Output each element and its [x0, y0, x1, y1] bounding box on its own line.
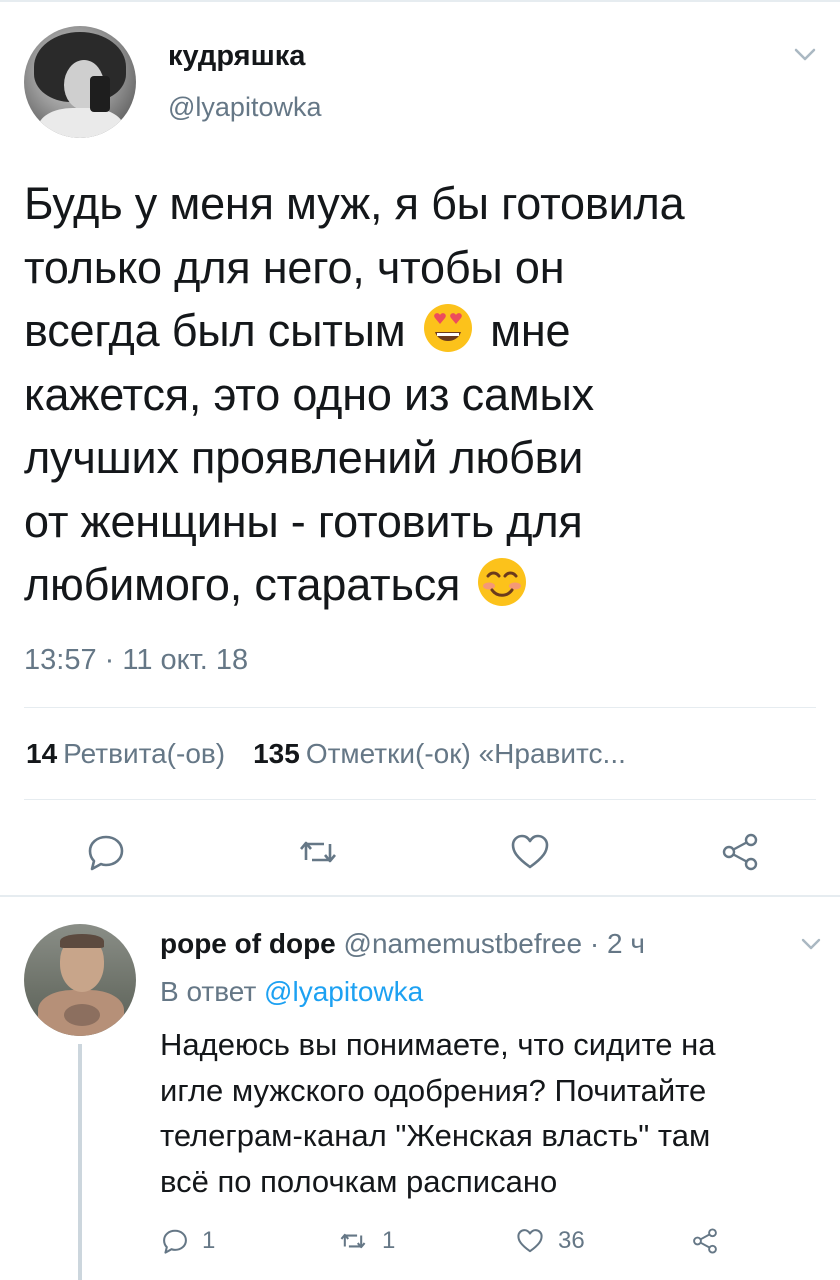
like-count: 36: [558, 1227, 585, 1254]
smiling-blush-emoji-icon: [478, 558, 527, 606]
reply-icon: [163, 1229, 187, 1254]
heart-eyes-emoji-icon: [423, 304, 472, 352]
retweets-stat[interactable]: 14 Ретвита(-ов): [26, 738, 225, 769]
reply-header: pope of dope @namemustbefree · 2 ч: [160, 928, 645, 960]
tweet-timestamp[interactable]: 13:57 · 11 окт. 18: [24, 644, 248, 677]
reply-icon[interactable]: [84, 830, 128, 874]
share-icon[interactable]: [718, 830, 762, 874]
author-name[interactable]: кудряшка: [168, 40, 305, 73]
chevron-down-icon[interactable]: [800, 936, 822, 952]
replying-to: В ответ @lyapitowka: [160, 976, 424, 1007]
retweet-icon[interactable]: [296, 830, 340, 874]
divider: [24, 799, 816, 800]
reply-text: Надеюсь вы понимаете, что сидите на игле…: [160, 1027, 716, 1199]
heart-icon: [517, 1229, 543, 1253]
retweet-count: 1: [382, 1227, 396, 1254]
author-avatar[interactable]: [24, 26, 136, 138]
author-handle[interactable]: @lyapitowka: [168, 92, 321, 123]
section-separator: [0, 895, 840, 897]
reply-author-avatar[interactable]: [24, 924, 136, 1036]
reply-share-button[interactable]: [690, 1225, 732, 1257]
chevron-down-icon[interactable]: [792, 44, 818, 64]
divider: [24, 707, 816, 708]
reply-author-name[interactable]: pope of dope: [160, 928, 336, 959]
heart-icon[interactable]: [508, 830, 552, 874]
reply-like-button[interactable]: 36: [514, 1225, 585, 1257]
likes-stat[interactable]: 135 Отметки(-ок) «Нравитс...: [253, 738, 626, 769]
reply-count: 1: [202, 1227, 216, 1254]
reply-reply-button[interactable]: 1: [160, 1225, 215, 1257]
top-divider: [0, 0, 840, 2]
retweet-icon: [340, 1233, 366, 1249]
reply-retweet-button[interactable]: 1: [336, 1225, 395, 1257]
share-icon: [693, 1228, 717, 1254]
replying-to-mention[interactable]: @lyapitowka: [264, 976, 423, 1007]
tweet-stats: 14 Ретвита(-ов) 135 Отметки(-ок) «Нравитс..…: [26, 738, 626, 770]
thread-line: [78, 1044, 82, 1280]
reply-handle-time[interactable]: @namemustbefree · 2 ч: [344, 928, 645, 959]
tweet-text: Будь у меня муж, я бы готовила только дл…: [24, 178, 685, 610]
